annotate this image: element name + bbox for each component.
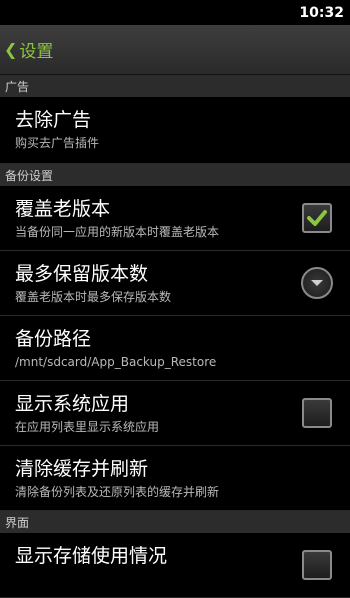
chevron-down-icon xyxy=(311,280,323,286)
pref-title: 去除广告 xyxy=(15,109,92,131)
status-time: 10:32 xyxy=(299,4,344,21)
back-chevron-icon[interactable]: ❮ xyxy=(4,41,17,58)
pref-summary: 在应用列表里显示系统应用 xyxy=(15,420,160,434)
pref-title: 最多保留版本数 xyxy=(15,263,149,285)
pref-title: 备份路径 xyxy=(15,328,92,350)
section-header-ads: 广告 xyxy=(0,75,350,97)
action-bar[interactable]: ❮ 设置 xyxy=(0,25,350,75)
pref-overwrite-old-version[interactable]: 覆盖老版本 当备份同一应用的新版本时覆盖老版本 xyxy=(0,186,350,251)
show-storage-checkbox[interactable] xyxy=(302,550,332,580)
pref-title: 清除缓存并刷新 xyxy=(15,458,149,480)
pref-show-system-apps[interactable]: 显示系统应用 在应用列表里显示系统应用 xyxy=(0,381,350,446)
page-title: 设置 xyxy=(19,42,54,62)
checkmark-icon xyxy=(307,210,327,226)
pref-summary: 当备份同一应用的新版本时覆盖老版本 xyxy=(15,225,220,239)
show-system-apps-checkbox[interactable] xyxy=(302,398,332,428)
pref-remove-ads[interactable]: 去除广告 购买去广告插件 xyxy=(0,97,350,164)
pref-summary: 覆盖老版本时最多保存版本数 xyxy=(15,290,172,304)
pref-show-storage-usage[interactable]: 显示存储使用情况 xyxy=(0,533,350,598)
section-header-interface: 界面 xyxy=(0,511,350,533)
pref-summary: 清除备份列表及还原列表的缓存并刷新 xyxy=(15,485,220,499)
max-versions-dropdown[interactable] xyxy=(301,267,333,299)
pref-summary: /mnt/sdcard/App_Backup_Restore xyxy=(15,355,217,369)
status-bar: 10:32 xyxy=(0,0,350,25)
pref-max-versions[interactable]: 最多保留版本数 覆盖老版本时最多保存版本数 xyxy=(0,251,350,316)
overwrite-old-checkbox[interactable] xyxy=(302,203,332,233)
pref-backup-path[interactable]: 备份路径 /mnt/sdcard/App_Backup_Restore xyxy=(0,316,350,381)
pref-title: 显示系统应用 xyxy=(15,393,130,415)
section-header-backup-settings: 备份设置 xyxy=(0,164,350,186)
pref-summary: 购买去广告插件 xyxy=(15,136,100,150)
pref-clear-cache-refresh[interactable]: 清除缓存并刷新 清除备份列表及还原列表的缓存并刷新 xyxy=(0,446,350,511)
pref-title: 覆盖老版本 xyxy=(15,198,111,220)
pref-title: 显示存储使用情况 xyxy=(15,545,168,567)
